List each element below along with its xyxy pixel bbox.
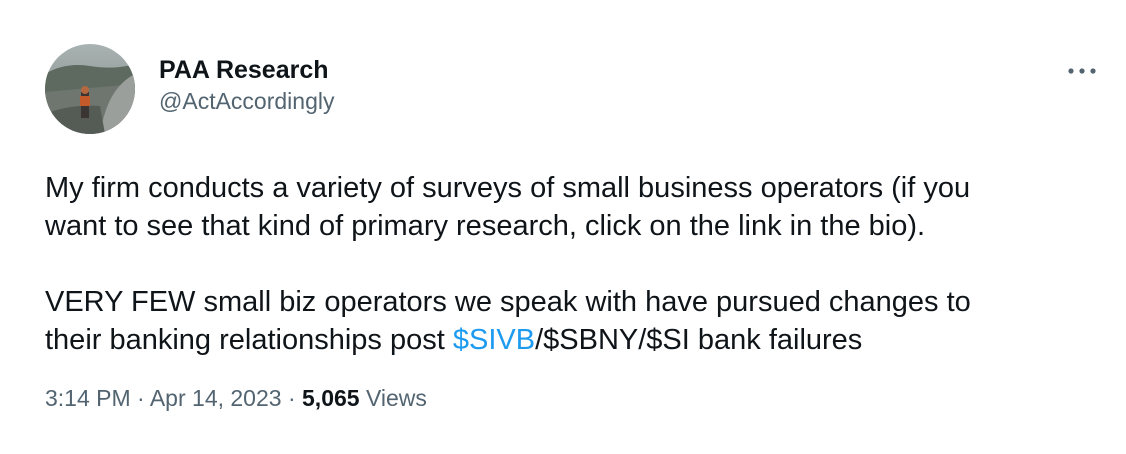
tweet-line: VERY FEW small biz operators we speak wi… [45, 286, 971, 318]
author-handle[interactable]: @ActAccordingly [159, 86, 334, 116]
author-info: PAA Research @ActAccordingly [159, 54, 334, 116]
more-options-button[interactable] [1060, 56, 1104, 86]
avatar-photo [45, 44, 135, 134]
cashtag-link-sivb[interactable]: $SIVB [453, 324, 535, 356]
views-label: Views [365, 385, 427, 411]
tweet-meta: 3:14 PM · Apr 14, 2023 · 5,065 Views [45, 383, 427, 413]
tweet-date[interactable]: Apr 14, 2023 [150, 385, 282, 411]
tweet-time[interactable]: 3:14 PM [45, 385, 131, 411]
author-display-name[interactable]: PAA Research [159, 54, 334, 86]
avatar[interactable] [45, 44, 135, 134]
tweet-line: My firm conducts a variety of surveys of… [45, 172, 971, 204]
meta-separator: · [287, 385, 296, 411]
more-horizontal-icon [1068, 68, 1096, 74]
tweet-paragraph-2: VERY FEW small biz operators we speak wi… [45, 283, 1105, 359]
tweet-line-suffix: /$SBNY/$SI bank failures [535, 324, 863, 356]
tweet-text: My firm conducts a variety of surveys of… [45, 169, 1105, 359]
tweet: PAA Research @ActAccordingly My firm con… [0, 0, 1126, 454]
tweet-paragraph-1: My firm conducts a variety of surveys of… [45, 169, 1105, 245]
meta-separator: · [137, 385, 145, 411]
tweet-line-prefix: their banking relationships post [45, 324, 453, 356]
views-count: 5,065 [302, 385, 360, 411]
tweet-line: want to see that kind of primary researc… [45, 210, 926, 242]
